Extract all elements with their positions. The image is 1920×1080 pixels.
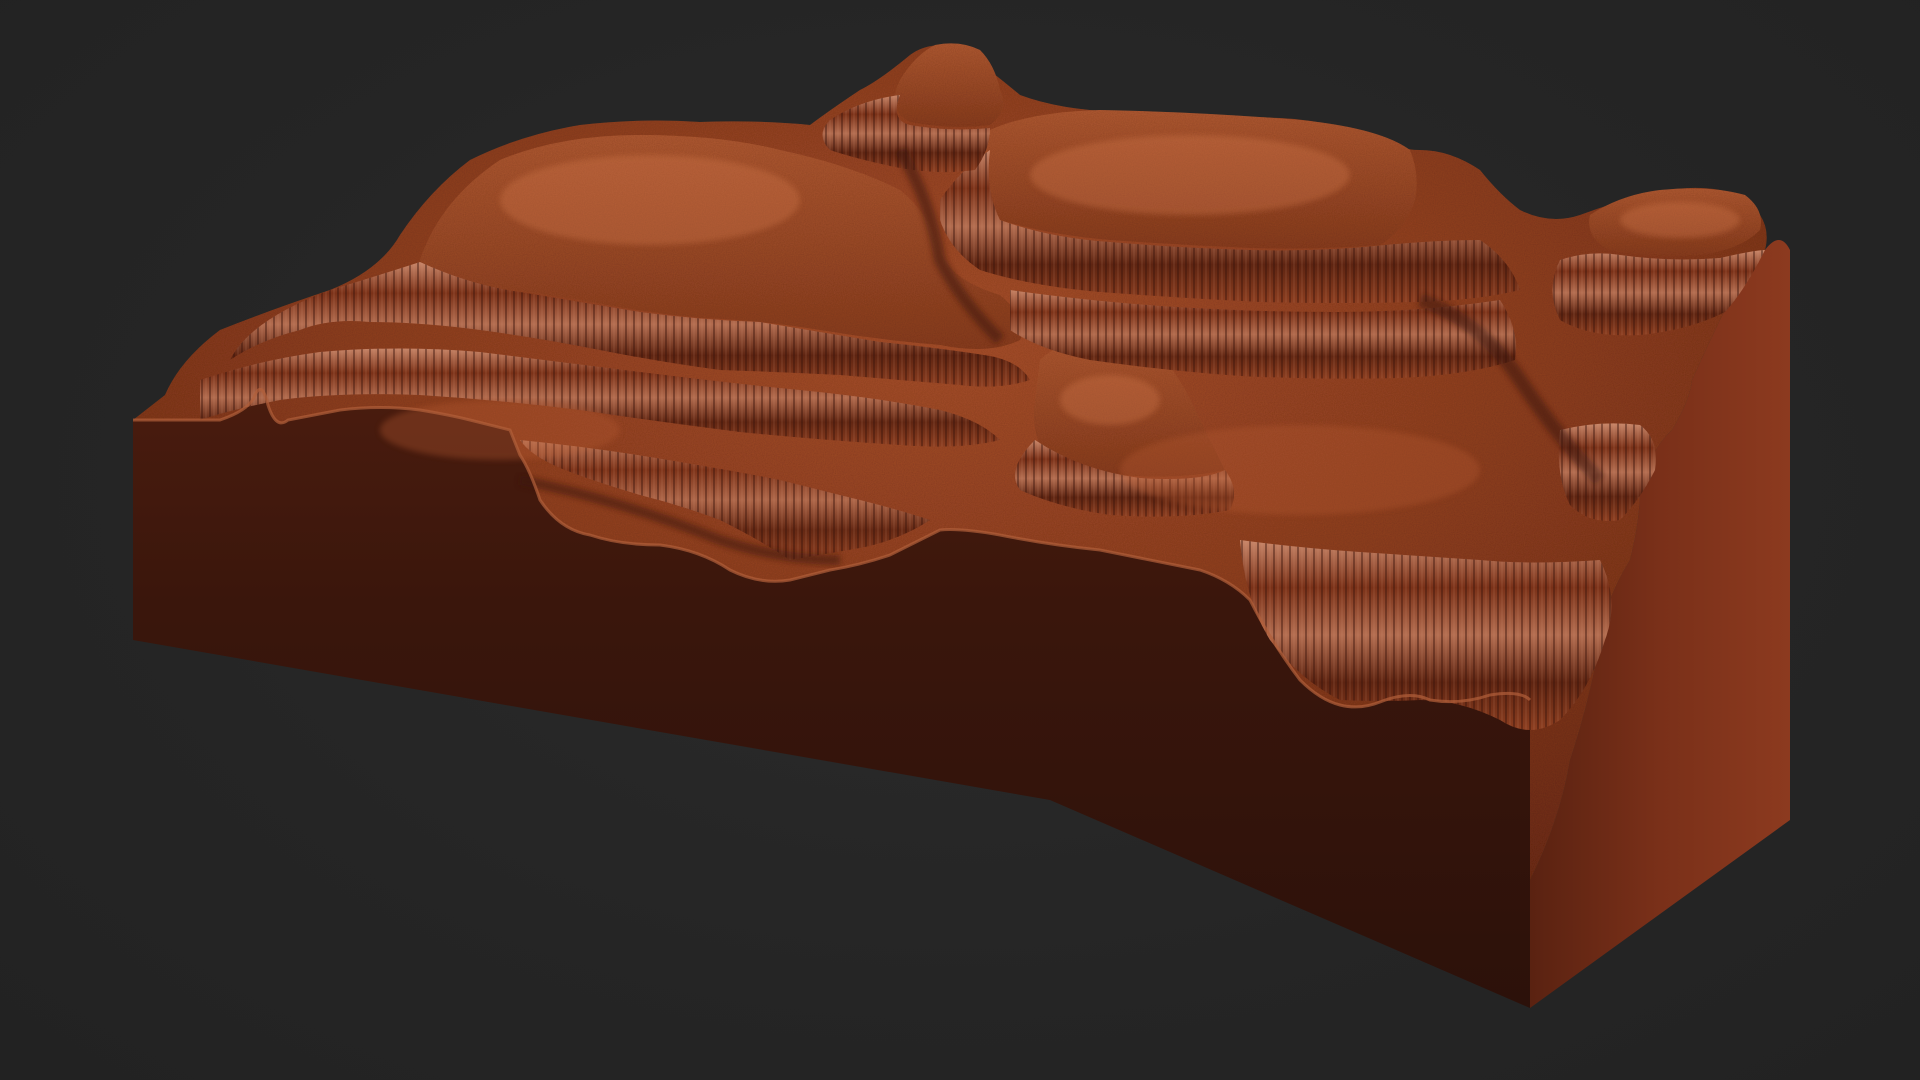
terrain-render <box>133 43 1790 1008</box>
render-viewport <box>0 0 1920 1080</box>
